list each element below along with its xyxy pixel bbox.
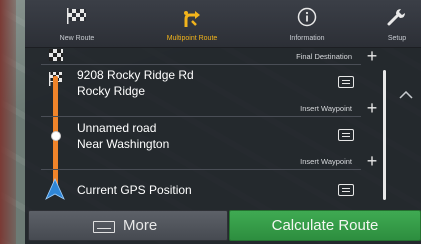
insert-before-destination-button[interactable]: + <box>363 47 381 65</box>
start-line1: Current GPS Position <box>77 183 192 197</box>
scrollbar[interactable] <box>383 70 386 200</box>
checkered-flag-icon <box>66 7 88 30</box>
tab-multipoint-route[interactable]: Multipoint Route <box>149 0 235 47</box>
waypoint-dot <box>51 131 61 141</box>
checkered-flag-icon <box>49 48 63 66</box>
more-label: More <box>123 217 158 234</box>
more-button[interactable]: More <box>28 210 228 241</box>
waypoint-menu-icon[interactable] <box>338 129 354 141</box>
tab-label: Multipoint Route <box>166 35 218 42</box>
tab-label: New Route <box>59 35 95 42</box>
tab-setup[interactable]: Setup <box>373 0 421 47</box>
calculate-route-button[interactable]: Calculate Route <box>229 210 421 241</box>
tab-new-route[interactable]: New Route <box>39 0 115 47</box>
waypoint-line1: Unnamed road <box>77 121 157 135</box>
divider <box>41 169 361 170</box>
tab-information[interactable]: Information <box>269 0 345 47</box>
final-destination-label: Final Destination <box>296 52 352 61</box>
calculate-route-label: Calculate Route <box>271 217 379 234</box>
wrench-icon <box>386 7 408 32</box>
info-icon <box>297 7 317 32</box>
insert-waypoint-label: Insert Waypoint <box>300 157 352 166</box>
keyboard-icon <box>93 221 115 233</box>
destination-menu-icon[interactable] <box>338 76 354 88</box>
map-edge <box>0 0 16 244</box>
gps-arrow-icon <box>45 178 65 205</box>
start-position[interactable]: Current GPS Position <box>77 182 192 198</box>
waypoint-line2: Near Washington <box>77 137 170 151</box>
divider <box>41 64 361 65</box>
destination-address[interactable]: 9208 Rocky Ridge Rd Rocky Ridge <box>77 67 194 99</box>
chevron-up-icon[interactable] <box>399 86 413 104</box>
destination-line2: Rocky Ridge <box>77 84 146 98</box>
tab-label: Setup <box>387 35 407 42</box>
destination-line1: 9208 Rocky Ridge Rd <box>77 68 194 82</box>
start-menu-icon[interactable] <box>338 184 354 196</box>
divider <box>41 116 361 117</box>
insert-waypoint-label: Insert Waypoint <box>300 104 352 113</box>
waypoint-address[interactable]: Unnamed road Near Washington <box>77 120 169 152</box>
tab-bar: New Route Multipoint Route Information S… <box>25 0 421 48</box>
tab-label: Information <box>289 35 325 42</box>
insert-waypoint-button[interactable]: + <box>363 99 381 117</box>
insert-waypoint-button[interactable]: + <box>363 152 381 170</box>
multipoint-route-icon <box>181 7 203 34</box>
